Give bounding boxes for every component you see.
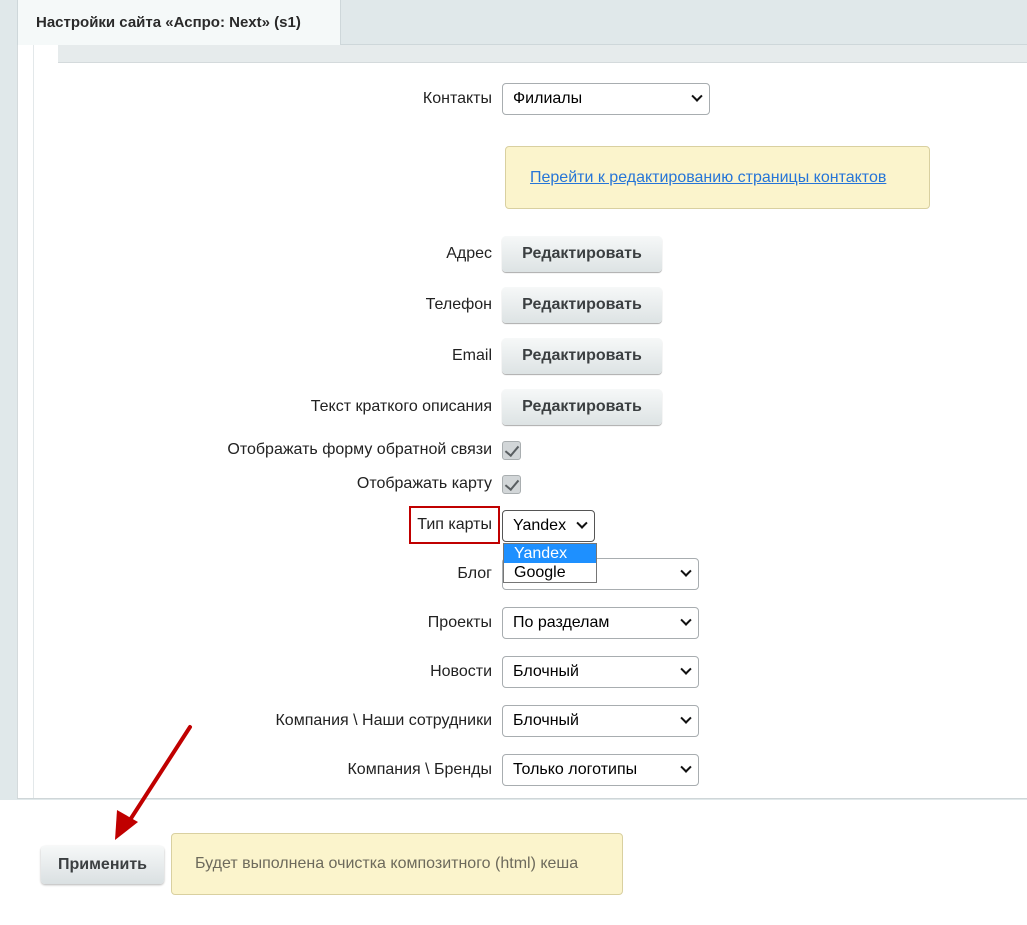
annotation-arrow-icon xyxy=(115,725,192,840)
